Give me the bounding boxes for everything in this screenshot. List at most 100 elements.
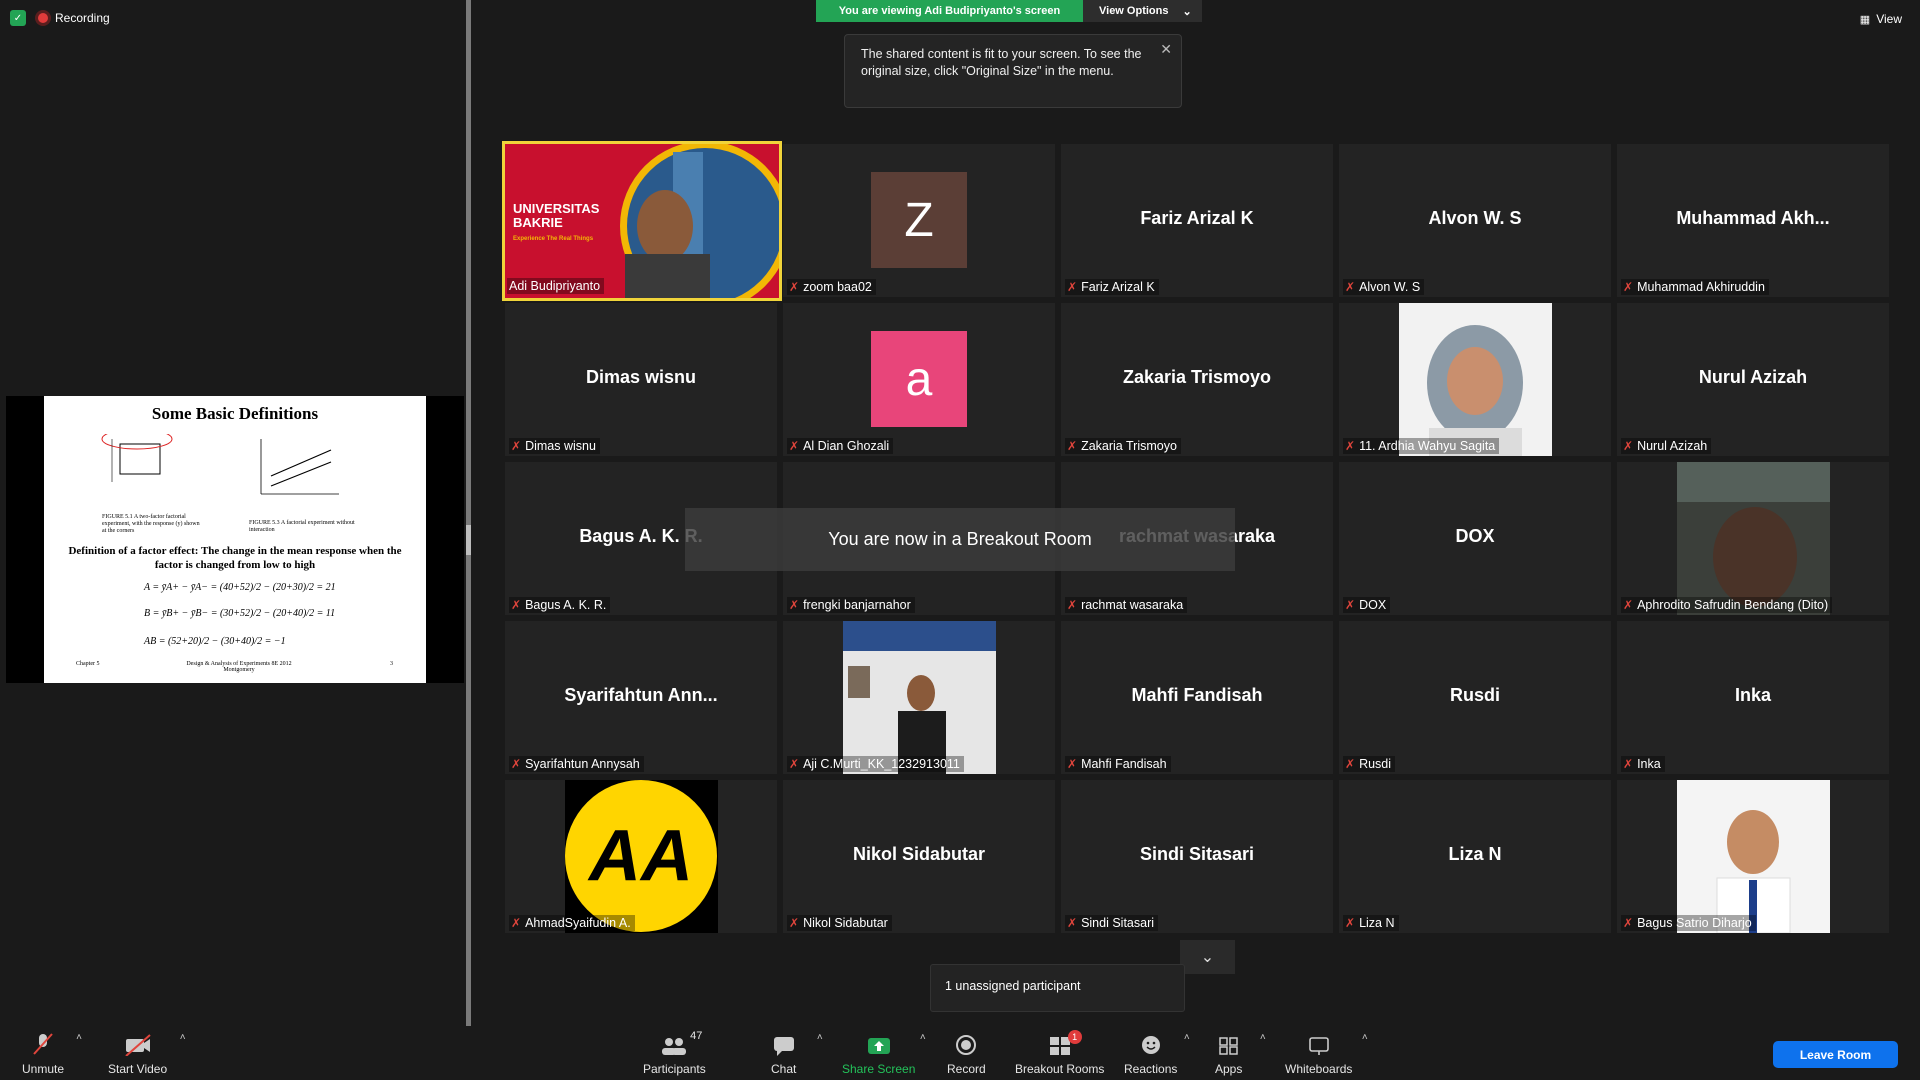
mic-muted-icon: ✗ — [1067, 757, 1078, 771]
grid-view-icon: ▦ — [1859, 13, 1871, 26]
speaker-tagline: Experience The Real Things — [513, 236, 594, 242]
chevron-down-icon: ⌄ — [1182, 5, 1192, 18]
record-icon — [955, 1034, 977, 1056]
participant-display-name: Mahfi Fandisah — [1131, 685, 1263, 705]
participant-tile[interactable]: Rusdi ✗ Rusdi — [1339, 621, 1611, 774]
fit-screen-tooltip: The shared content is fit to your screen… — [844, 34, 1182, 108]
participant-name-label: ✗ Aphrodito Safrudin Bendang (Dito) — [1621, 597, 1833, 613]
participant-video — [1677, 780, 1830, 933]
participant-name-label: ✗ Nurul Azizah — [1621, 438, 1712, 454]
breakout-rooms-button[interactable]: 1 Breakout Rooms — [1015, 1030, 1104, 1076]
caret-up-icon[interactable]: ˄ — [180, 1032, 186, 1043]
participant-display-name: Alvon W. S — [1428, 208, 1522, 228]
definition-text: Definition of a factor effect: The chang… — [68, 545, 402, 571]
recording-label: Recording — [55, 11, 110, 25]
view-options-button[interactable]: View Options ⌄ — [1083, 0, 1202, 22]
participant-display-name: Rusdi — [1449, 685, 1500, 705]
participant-tile[interactable]: Muhammad Akh... ✗ Muhammad Akhiruddin — [1617, 144, 1889, 297]
mic-muted-icon: ✗ — [1345, 757, 1356, 771]
equation-ab: AB = (52+20)/2 − (30+40)/2 = −1 — [144, 636, 286, 647]
security-shield-icon[interactable]: ✓ — [10, 10, 26, 26]
mic-muted-icon: ✗ — [1623, 757, 1634, 771]
caret-up-icon[interactable]: ˄ — [1260, 1032, 1266, 1043]
participant-tile[interactable]: Mahfi Fandisah ✗ Mahfi Fandisah — [1061, 621, 1333, 774]
participant-tile[interactable]: ✗ Aphrodito Safrudin Bendang (Dito) — [1617, 462, 1889, 615]
participants-count: 47 — [690, 1030, 703, 1042]
mic-muted-icon: ✗ — [789, 598, 800, 612]
participant-display-name: Liza N — [1448, 844, 1502, 864]
participant-tile[interactable]: Sindi Sitasari ✗ Sindi Sitasari — [1061, 780, 1333, 933]
mic-muted-icon: ✗ — [1345, 439, 1356, 453]
scroll-down-button[interactable]: ⌄ — [1180, 940, 1235, 974]
apps-button[interactable]: ˄ Apps — [1215, 1032, 1266, 1076]
caret-up-icon[interactable]: ˄ — [817, 1032, 823, 1043]
participant-display-name: Zakaria Trismoyo — [1122, 367, 1272, 387]
participant-tile[interactable]: ✗ Bagus Satrio Diharjo — [1617, 780, 1889, 933]
participant-tile[interactable]: Zakaria Trismoyo ✗ Zakaria Trismoyo — [1061, 303, 1333, 456]
equation-a: A = ȳA+ − ȳA− = (40+52)/2 − (20+30)/2 = … — [144, 582, 336, 593]
whiteboards-button[interactable]: ˄ Whiteboards — [1285, 1032, 1368, 1076]
mic-muted-icon: ✗ — [1067, 916, 1078, 930]
mic-muted-icon: ✗ — [789, 757, 800, 771]
participant-name-label: ✗ frengki banjarnahor — [787, 597, 915, 613]
share-screen-button[interactable]: ˄ Share Screen — [842, 1032, 926, 1076]
chat-button[interactable]: ˄ Chat — [771, 1032, 823, 1076]
participant-name-label: ✗ Nikol Sidabutar — [787, 915, 892, 931]
caret-up-icon[interactable]: ˄ — [1184, 1032, 1190, 1043]
figure1-caption: FIGURE 5.1 A two-factor factorial experi… — [102, 514, 200, 534]
figure-square-diagram — [101, 434, 173, 482]
unmute-button[interactable]: ˄ Unmute — [22, 1032, 82, 1076]
participant-name-label: Adi Budipriyanto — [507, 278, 605, 294]
participant-tile[interactable]: Syarifahtun Ann... ✗ Syarifahtun Annysah — [505, 621, 777, 774]
participants-icon: 47 — [660, 1030, 702, 1056]
mic-muted-icon: ✗ — [511, 757, 522, 771]
participant-name-label: ✗ Al Dian Ghozali — [787, 438, 894, 454]
participant-name-label: ✗ Inka — [1621, 756, 1665, 772]
caret-up-icon[interactable]: ˄ — [76, 1032, 82, 1043]
participant-display-name: Syarifahtun Ann... — [564, 685, 718, 705]
caret-up-icon[interactable]: ˄ — [920, 1032, 926, 1043]
participant-tile[interactable]: Liza N ✗ Liza N — [1339, 780, 1611, 933]
participant-tile[interactable]: Alvon W. S ✗ Alvon W. S — [1339, 144, 1611, 297]
participant-tile[interactable]: ✗ 11. Ardhia Wahyu Sagita — [1339, 303, 1611, 456]
participant-tile[interactable]: Nurul Azizah ✗ Nurul Azizah — [1617, 303, 1889, 456]
participant-tile[interactable]: DOX ✗ DOX — [1339, 462, 1611, 615]
divider-grip[interactable] — [466, 525, 471, 555]
slide-footer-right: 3 — [390, 661, 393, 667]
participants-button[interactable]: 47 Participants — [643, 1030, 706, 1076]
mic-muted-icon: ✗ — [789, 439, 800, 453]
figure-line-chart — [260, 439, 339, 495]
participant-tile[interactable]: Inka ✗ Inka — [1617, 621, 1889, 774]
panel-divider[interactable] — [466, 0, 471, 1026]
leave-room-button[interactable]: Leave Room — [1773, 1041, 1898, 1068]
shared-screen[interactable]: Some Basic Definitions FIGURE 5.1 A two-… — [6, 396, 464, 683]
view-button[interactable]: ▦ View — [1860, 12, 1902, 26]
participant-display-name: Dimas wisnu — [585, 367, 697, 387]
view-label: View — [1876, 12, 1902, 26]
participant-name-label: ✗ 11. Ardhia Wahyu Sagita — [1343, 438, 1500, 454]
mic-muted-icon: ✗ — [1623, 598, 1634, 612]
participant-tile[interactable]: Dimas wisnu ✗ Dimas wisnu — [505, 303, 777, 456]
caret-up-icon[interactable]: ˄ — [1362, 1032, 1368, 1043]
mic-muted-icon: ✗ — [1623, 280, 1634, 294]
mic-muted-icon: ✗ — [511, 916, 522, 930]
participant-tile[interactable]: AA ✗ AhmadSyaifudin A. — [505, 780, 777, 933]
participant-display-name: Nurul Azizah — [1698, 367, 1808, 387]
svg-text:AA: AA — [587, 816, 693, 896]
participant-tile[interactable]: ✗ Aji C.Murti_KK_1232913011 — [783, 621, 1055, 774]
active-speaker-tile[interactable]: UNIVERSITAS BAKRIE Experience The Real T… — [502, 141, 782, 301]
apps-icon: ˄ — [1218, 1032, 1266, 1056]
reactions-button[interactable]: ˄ Reactions — [1124, 1032, 1190, 1076]
participant-name-label: ✗ Liza N — [1343, 915, 1399, 931]
unassigned-participant-popup[interactable]: 1 unassigned participant — [930, 964, 1185, 1012]
record-button[interactable]: Record — [947, 1034, 986, 1076]
slide-title: Some Basic Definitions — [151, 404, 319, 423]
start-video-button[interactable]: ˄ Start Video — [108, 1032, 186, 1076]
participant-tile[interactable]: Fariz Arizal K ✗ Fariz Arizal K — [1061, 144, 1333, 297]
participant-tile[interactable]: Nikol Sidabutar ✗ Nikol Sidabutar — [783, 780, 1055, 933]
chevron-down-icon: ⌄ — [1200, 949, 1215, 966]
figure2-caption: FIGURE 5.3 A factorial experiment withou… — [249, 520, 355, 533]
close-icon[interactable]: ✕ — [1160, 41, 1172, 58]
participant-tile[interactable]: Z ✗ zoom baa02 — [783, 144, 1055, 297]
participant-tile[interactable]: a ✗ Al Dian Ghozali — [783, 303, 1055, 456]
